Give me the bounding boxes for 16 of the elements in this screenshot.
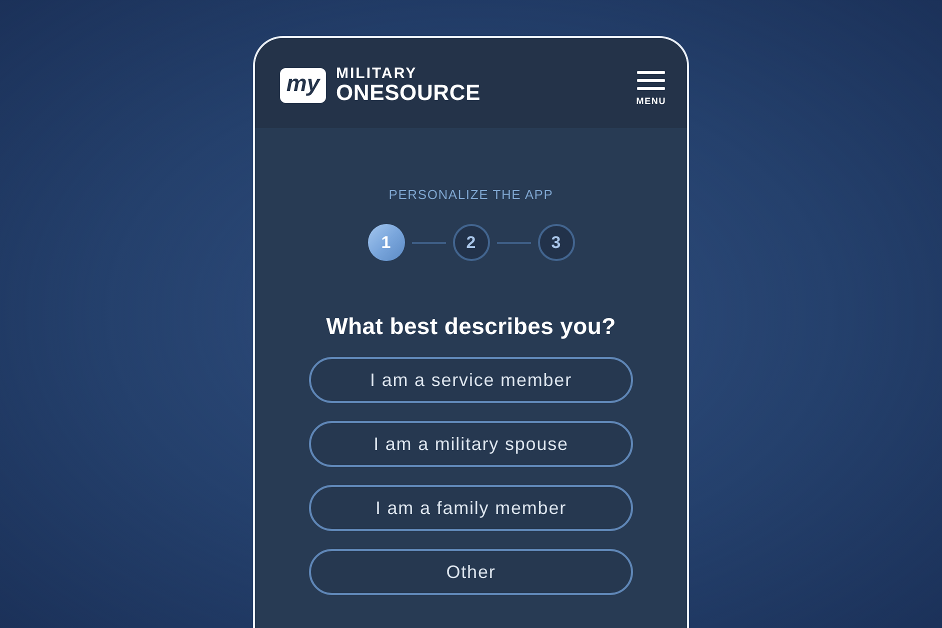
logo-title: MILITARY <box>336 66 418 82</box>
menu-button[interactable]: MENU <box>636 66 666 106</box>
option-button[interactable]: I am a service member <box>309 357 633 403</box>
step-title: PERSONALIZE THE APP <box>388 187 554 202</box>
step-indicator: 1 <box>368 224 404 261</box>
option-button[interactable]: I am a family member <box>309 485 633 531</box>
question-heading: What best describes you? <box>326 313 616 339</box>
logo-subtitle: ONESOURCE <box>336 82 480 104</box>
option-button[interactable]: Other <box>309 549 633 595</box>
step-connector <box>412 242 446 244</box>
menu-icon <box>637 71 666 90</box>
step-indicator: 3 <box>538 224 574 261</box>
option-button[interactable]: I am a military spouse <box>309 421 633 467</box>
logo-badge: my <box>280 68 326 102</box>
step-connector <box>496 242 530 244</box>
step-indicator: 2 <box>452 224 490 261</box>
